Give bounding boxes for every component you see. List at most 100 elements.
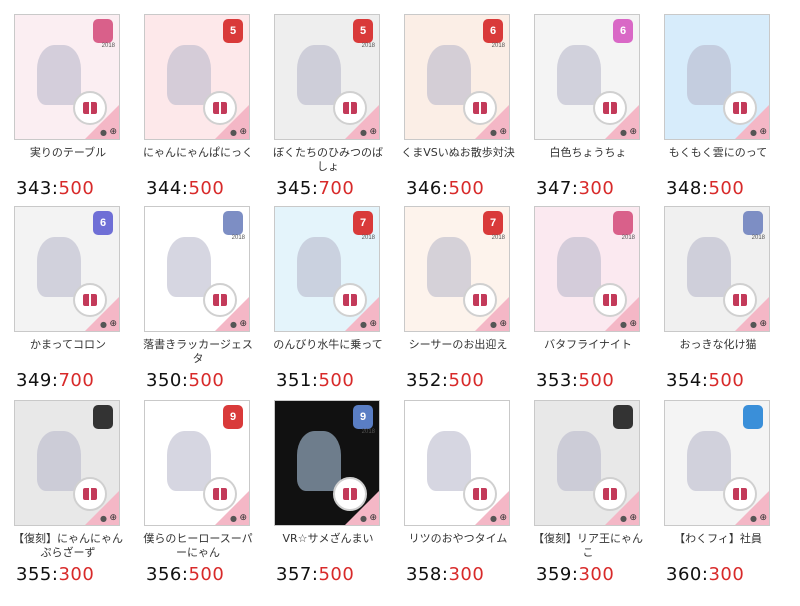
item-thumbnail[interactable]: ● ⊕ [534, 400, 640, 526]
item-illustration [167, 431, 211, 491]
gift-icon [593, 477, 627, 511]
item-number: 350 [146, 370, 182, 391]
item-card[interactable]: 6 2018 ● ⊕ くまVSいぬお散歩対決 346:500 [398, 12, 515, 202]
year-label: 2018 [751, 235, 765, 241]
item-card[interactable]: 9 2018 ● ⊕ VR☆サメざんまい 357:500 [268, 398, 380, 588]
year-label: 2018 [101, 43, 115, 49]
person-icon: ● [100, 320, 107, 329]
item-thumbnail[interactable]: 9 2018 ● ⊕ [274, 400, 380, 526]
item-thumbnail[interactable]: ● ⊕ [404, 400, 510, 526]
zoom-plus-icon[interactable]: ⊕ [369, 320, 377, 329]
item-illustration [297, 431, 341, 491]
item-title: にゃんにゃんぱにっく [143, 146, 253, 159]
zoom-plus-icon[interactable]: ⊕ [239, 514, 247, 523]
item-card[interactable]: ● ⊕ 【復刻】にゃんにゃんぷらざーず 355:300 [8, 398, 123, 588]
item-card[interactable]: ● ⊕ 【わくフィ】社員 360:300 [658, 398, 770, 588]
item-thumbnail[interactable]: 5 ● ⊕ [144, 14, 250, 140]
item-thumbnail[interactable]: 7 2018 ● ⊕ [274, 206, 380, 332]
zoom-plus-icon[interactable]: ⊕ [369, 128, 377, 137]
item-card[interactable]: 7 2018 ● ⊕ シーサーのお出迎え 352:500 [398, 204, 510, 394]
zoom-plus-icon[interactable]: ⊕ [109, 128, 117, 137]
zoom-plus-icon[interactable]: ⊕ [239, 128, 247, 137]
item-thumbnail[interactable]: ● ⊕ [664, 400, 770, 526]
item-thumbnail[interactable]: 2018 ● ⊕ [534, 206, 640, 332]
year-label: 2018 [621, 235, 635, 241]
item-card[interactable]: ● ⊕ もくもく雲にのって 348:500 [658, 12, 770, 202]
zoom-plus-icon[interactable]: ⊕ [499, 320, 507, 329]
item-number: 347 [536, 178, 572, 199]
item-cost: 700 [58, 370, 95, 391]
item-thumbnail[interactable]: 2018 ● ⊕ [664, 206, 770, 332]
item-thumbnail[interactable]: 9 ● ⊕ [144, 400, 250, 526]
zoom-plus-icon[interactable]: ⊕ [629, 320, 637, 329]
item-thumbnail[interactable]: 6 2018 ● ⊕ [404, 14, 510, 140]
rarity-badge: 5 [353, 19, 373, 43]
person-icon: ● [750, 320, 757, 329]
item-thumbnail[interactable]: 7 2018 ● ⊕ [404, 206, 510, 332]
item-number-price: 353:500 [536, 370, 614, 391]
person-icon: ● [620, 320, 627, 329]
item-card[interactable]: 6 ● ⊕ 白色ちょうちょ 347:300 [528, 12, 640, 202]
zoom-plus-icon[interactable]: ⊕ [759, 128, 767, 137]
item-number-price: 352:500 [406, 370, 484, 391]
item-number: 348 [666, 178, 702, 199]
item-number: 359 [536, 564, 572, 585]
item-number-price: 349:700 [16, 370, 94, 391]
item-cost: 500 [318, 370, 355, 391]
zoom-plus-icon[interactable]: ⊕ [239, 320, 247, 329]
item-title: 白色ちょうちょ [549, 146, 627, 159]
zoom-plus-icon[interactable]: ⊕ [759, 514, 767, 523]
zoom-plus-icon[interactable]: ⊕ [109, 320, 117, 329]
item-card[interactable]: 2018 ● ⊕ 実りのテーブル 343:500 [8, 12, 120, 202]
year-label: 2018 [361, 235, 375, 241]
item-card[interactable]: 2018 ● ⊕ 落書きラッカージェスタ 350:500 [138, 204, 253, 394]
rarity-badge: 6 [93, 211, 113, 235]
item-title: 【復刻】にゃんにゃんぷらざーず [13, 532, 123, 559]
gift-icon [73, 477, 107, 511]
gift-icon [333, 91, 367, 125]
item-cost: 500 [708, 370, 745, 391]
rarity-badge: 7 [353, 211, 373, 235]
zoom-plus-icon[interactable]: ⊕ [629, 514, 637, 523]
item-card[interactable]: ● ⊕ 【復刻】リア王にゃんこ 359:300 [528, 398, 643, 588]
item-number-price: 348:500 [666, 178, 744, 199]
person-icon: ● [490, 128, 497, 137]
item-thumbnail[interactable]: ● ⊕ [664, 14, 770, 140]
zoom-plus-icon[interactable]: ⊕ [759, 320, 767, 329]
item-thumbnail[interactable]: 6 ● ⊕ [14, 206, 120, 332]
item-thumbnail[interactable]: ● ⊕ [14, 400, 120, 526]
zoom-plus-icon[interactable]: ⊕ [629, 128, 637, 137]
rarity-badge [743, 405, 763, 429]
item-thumbnail[interactable]: 2018 ● ⊕ [144, 206, 250, 332]
item-card[interactable]: ● ⊕ リツのおやつタイム 358:300 [398, 398, 510, 588]
item-number-price: 344:500 [146, 178, 224, 199]
item-number-price: 356:500 [146, 564, 224, 585]
item-card[interactable]: 2018 ● ⊕ バタフライナイト 353:500 [528, 204, 640, 394]
item-thumbnail[interactable]: 6 ● ⊕ [534, 14, 640, 140]
item-thumbnail[interactable]: 2018 ● ⊕ [14, 14, 120, 140]
year-label: 2018 [231, 235, 245, 241]
item-cost: 500 [708, 178, 745, 199]
item-thumbnail[interactable]: 5 2018 ● ⊕ [274, 14, 380, 140]
item-card[interactable]: 6 ● ⊕ かまってコロン 349:700 [8, 204, 120, 394]
item-card[interactable]: 7 2018 ● ⊕ のんびり水牛に乗って 351:500 [268, 204, 383, 394]
item-number-price: 360:300 [666, 564, 744, 585]
item-illustration [687, 45, 731, 105]
item-card[interactable]: 5 ● ⊕ にゃんにゃんぱにっく 344:500 [138, 12, 253, 202]
item-illustration [687, 237, 731, 297]
item-card[interactable]: 2018 ● ⊕ おっきな化け猫 354:500 [658, 204, 770, 394]
item-number: 352 [406, 370, 442, 391]
item-number-price: 343:500 [16, 178, 94, 199]
gift-icon [203, 283, 237, 317]
zoom-plus-icon[interactable]: ⊕ [109, 514, 117, 523]
item-card[interactable]: 5 2018 ● ⊕ ぼくたちのひみつのばしょ 345:700 [268, 12, 383, 202]
item-card[interactable]: 9 ● ⊕ 僕らのヒーロースーパーにゃん 356:500 [138, 398, 253, 588]
zoom-plus-icon[interactable]: ⊕ [369, 514, 377, 523]
item-title: シーサーのお出迎え [408, 338, 508, 351]
zoom-plus-icon[interactable]: ⊕ [499, 128, 507, 137]
item-title: 実りのテーブル [29, 146, 107, 159]
rarity-badge [613, 211, 633, 235]
zoom-plus-icon[interactable]: ⊕ [499, 514, 507, 523]
item-illustration [37, 237, 81, 297]
item-number: 355 [16, 564, 52, 585]
